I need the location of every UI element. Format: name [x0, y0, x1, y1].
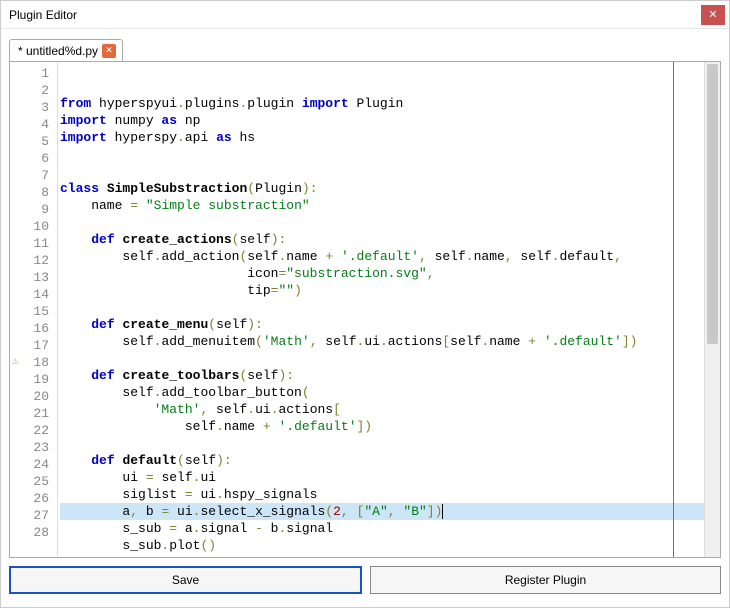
- line-number: 2: [10, 82, 57, 99]
- code-line[interactable]: def create_actions(self):: [60, 231, 704, 248]
- code-line[interactable]: [60, 554, 704, 557]
- tab-close-icon[interactable]: ✕: [102, 44, 116, 58]
- titlebar: Plugin Editor ✕: [1, 1, 729, 29]
- bottom-button-bar: Save Register Plugin: [1, 558, 729, 602]
- save-button[interactable]: Save: [9, 566, 362, 594]
- line-number: 21: [10, 405, 57, 422]
- line-number-gutter: 1234567891011121314151617181920212223242…: [10, 62, 58, 557]
- code-line[interactable]: import numpy as np: [60, 112, 704, 129]
- line-number: 8: [10, 184, 57, 201]
- line-number: 23: [10, 439, 57, 456]
- code-line[interactable]: def create_toolbars(self):: [60, 367, 704, 384]
- code-line[interactable]: [60, 163, 704, 180]
- line-number: 1: [10, 65, 57, 82]
- code-line[interactable]: s_sub = a.signal - b.signal: [60, 520, 704, 537]
- line-number: 18: [10, 354, 57, 371]
- line-number: 11: [10, 235, 57, 252]
- register-plugin-button[interactable]: Register Plugin: [370, 566, 721, 594]
- line-number: 10: [10, 218, 57, 235]
- line-number: 17: [10, 337, 57, 354]
- code-line[interactable]: self.name + '.default']): [60, 418, 704, 435]
- tab-label: * untitled%d.py: [18, 44, 98, 58]
- line-number: 4: [10, 116, 57, 133]
- line-number: 20: [10, 388, 57, 405]
- window-title: Plugin Editor: [9, 8, 77, 22]
- code-line[interactable]: [60, 435, 704, 452]
- code-line[interactable]: tip=""): [60, 282, 704, 299]
- tabbar: * untitled%d.py ✕: [1, 29, 729, 61]
- vertical-scrollbar[interactable]: [704, 62, 720, 557]
- tab-untitled[interactable]: * untitled%d.py ✕: [9, 39, 123, 61]
- code-line[interactable]: name = "Simple substraction": [60, 197, 704, 214]
- code-line[interactable]: [60, 299, 704, 316]
- column-ruler: [673, 62, 674, 557]
- code-line[interactable]: from hyperspyui.plugins.plugin import Pl…: [60, 95, 704, 112]
- code-line[interactable]: ui = self.ui: [60, 469, 704, 486]
- line-number: 13: [10, 269, 57, 286]
- code-line[interactable]: def default(self):: [60, 452, 704, 469]
- code-line[interactable]: class SimpleSubstraction(Plugin):: [60, 180, 704, 197]
- close-button[interactable]: ✕: [701, 5, 725, 25]
- code-line[interactable]: def create_menu(self):: [60, 316, 704, 333]
- line-number: 28: [10, 524, 57, 541]
- code-line[interactable]: [60, 146, 704, 163]
- line-number: 3: [10, 99, 57, 116]
- line-number: 7: [10, 167, 57, 184]
- code-line[interactable]: self.add_menuitem('Math', self.ui.action…: [60, 333, 704, 350]
- code-line[interactable]: a, b = ui.select_x_signals(2, ["A", "B"]…: [60, 503, 704, 520]
- code-line[interactable]: siglist = ui.hspy_signals: [60, 486, 704, 503]
- code-editor[interactable]: from hyperspyui.plugins.plugin import Pl…: [58, 62, 704, 557]
- line-number: 25: [10, 473, 57, 490]
- line-number: 16: [10, 320, 57, 337]
- code-line[interactable]: 'Math', self.ui.actions[: [60, 401, 704, 418]
- code-line[interactable]: import hyperspy.api as hs: [60, 129, 704, 146]
- line-number: 6: [10, 150, 57, 167]
- code-line[interactable]: self.add_action(self.name + '.default', …: [60, 248, 704, 265]
- scrollbar-thumb[interactable]: [707, 64, 718, 344]
- line-number: 9: [10, 201, 57, 218]
- editor-frame: 1234567891011121314151617181920212223242…: [9, 61, 721, 558]
- line-number: 12: [10, 252, 57, 269]
- line-number: 14: [10, 286, 57, 303]
- code-line[interactable]: [60, 350, 704, 367]
- line-number: 19: [10, 371, 57, 388]
- line-number: 22: [10, 422, 57, 439]
- line-number: 15: [10, 303, 57, 320]
- line-number: 26: [10, 490, 57, 507]
- code-line[interactable]: self.add_toolbar_button(: [60, 384, 704, 401]
- code-line[interactable]: icon="substraction.svg",: [60, 265, 704, 282]
- code-line[interactable]: s_sub.plot(): [60, 537, 704, 554]
- line-number: 5: [10, 133, 57, 150]
- line-number: 24: [10, 456, 57, 473]
- line-number: 27: [10, 507, 57, 524]
- code-line[interactable]: [60, 214, 704, 231]
